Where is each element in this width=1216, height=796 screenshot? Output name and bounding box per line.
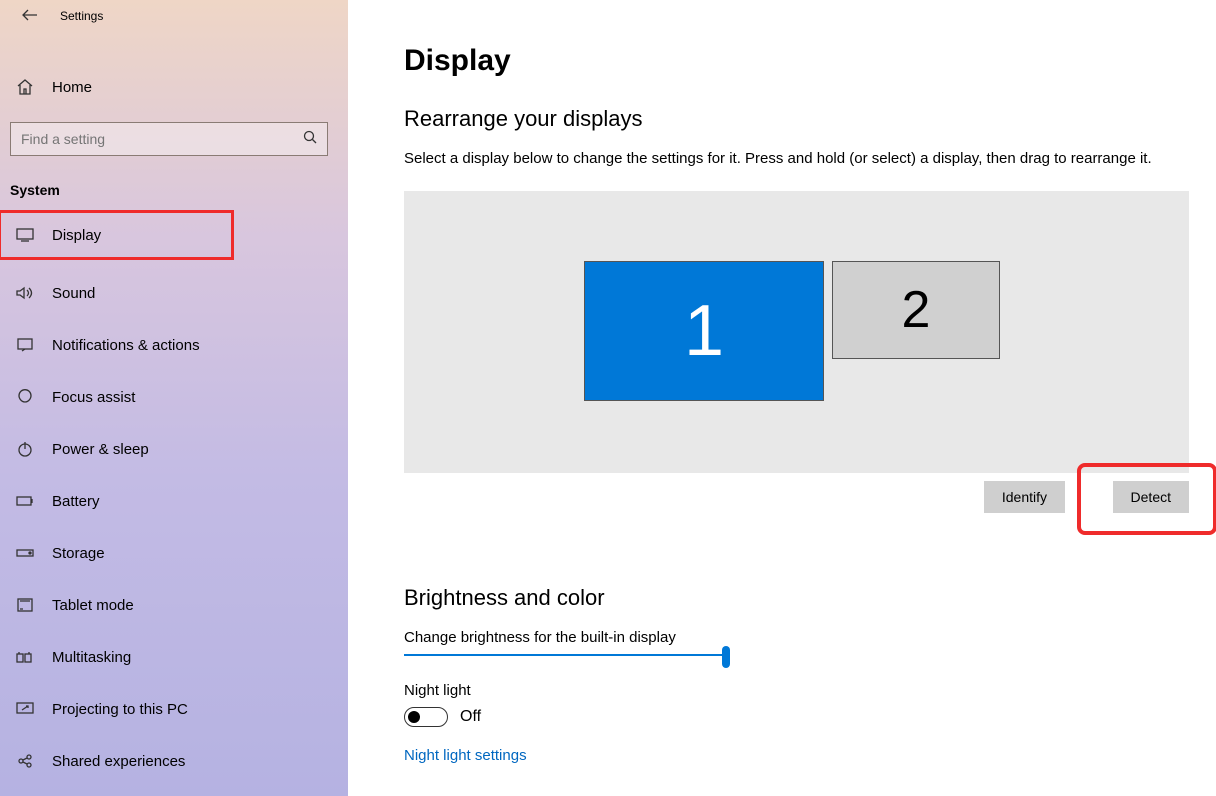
sidebar-item-label: Notifications & actions [52,337,200,354]
brightness-label: Change brightness for the built-in displ… [404,629,1192,646]
sidebar-item-label: Projecting to this PC [52,701,188,718]
nightlight-toggle-row: Off [404,707,1192,727]
app-title: Settings [60,9,103,23]
sidebar-item-notifications[interactable]: Notifications & actions [0,328,348,362]
slider-thumb[interactable] [722,646,730,668]
nightlight-toggle[interactable] [404,707,448,727]
nightlight-label: Night light [404,682,1192,699]
nightlight-settings-link[interactable]: Night light settings [404,747,1192,764]
sidebar-item-power[interactable]: Power & sleep [0,432,348,466]
sidebar-item-projecting[interactable]: Projecting to this PC [0,692,348,726]
sidebar-item-label: Tablet mode [52,597,134,614]
content: Display Rearrange your displays Select a… [348,0,1216,796]
nightlight-state: Off [460,708,481,726]
sidebar-item-display[interactable]: Display [0,212,232,258]
sidebar-item-multitasking[interactable]: Multitasking [0,640,348,674]
identify-button[interactable]: Identify [984,481,1065,513]
sidebar-item-label: Power & sleep [52,441,149,458]
sidebar-item-label: Focus assist [52,389,135,406]
power-icon [16,440,34,458]
brightness-heading: Brightness and color [404,585,1192,611]
monitor-2[interactable]: 2 [832,261,1000,359]
sidebar-item-storage[interactable]: Storage [0,536,348,570]
search-icon [303,130,317,149]
display-action-row: Identify Detect [404,481,1189,531]
sidebar-item-label: Shared experiences [52,753,185,770]
rearrange-heading: Rearrange your displays [404,106,1192,132]
sidebar-home[interactable]: Home [0,60,348,114]
sidebar-item-label: Storage [52,545,105,562]
sound-icon [16,284,34,302]
sidebar-item-label: Display [52,227,101,244]
notifications-icon [16,336,34,354]
sidebar-home-label: Home [52,79,92,96]
display-icon [16,226,34,244]
sidebar-item-label: Sound [52,285,95,302]
home-icon [16,78,34,96]
search-input[interactable] [21,131,281,147]
sidebar-item-shared[interactable]: Shared experiences [0,744,348,778]
page-title: Display [404,44,1192,78]
monitor-2-label: 2 [902,280,931,340]
search-box[interactable] [10,122,328,156]
sidebar: Settings Home System Display Sound Notif… [0,0,348,796]
rearrange-hint: Select a display below to change the set… [404,150,1192,167]
detect-button[interactable]: Detect [1113,481,1189,513]
sidebar-item-battery[interactable]: Battery [0,484,348,518]
storage-icon [16,544,34,562]
sidebar-item-sound[interactable]: Sound [0,276,348,310]
battery-icon [16,492,34,510]
monitor-1-label: 1 [684,290,724,372]
sidebar-item-label: Multitasking [52,649,131,666]
search-wrap [10,122,332,156]
multitasking-icon [16,648,34,666]
sidebar-item-label: Battery [52,493,100,510]
sidebar-item-tablet[interactable]: Tablet mode [0,588,348,622]
projecting-icon [16,700,34,718]
tablet-icon [16,596,34,614]
monitor-1[interactable]: 1 [584,261,824,401]
sidebar-item-focus[interactable]: Focus assist [0,380,348,414]
back-icon[interactable] [22,8,38,24]
sidebar-category: System [0,156,348,212]
titlebar: Settings [0,0,348,32]
shared-icon [16,752,34,770]
display-arrangement-area[interactable]: 1 2 [404,191,1189,473]
brightness-slider[interactable] [404,654,724,656]
focus-icon [16,388,34,406]
